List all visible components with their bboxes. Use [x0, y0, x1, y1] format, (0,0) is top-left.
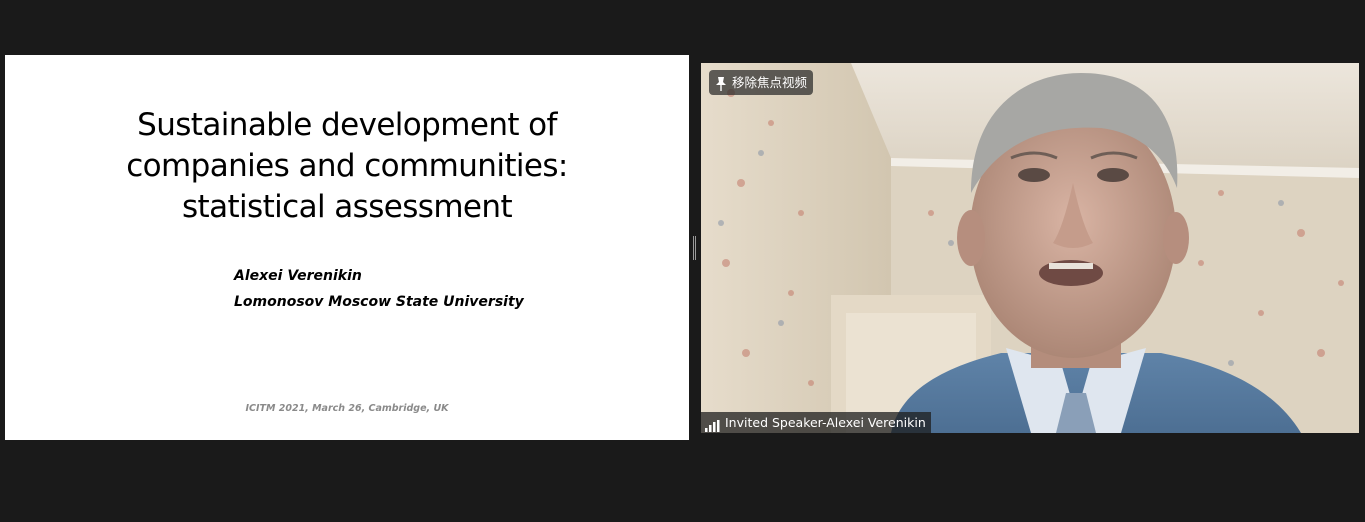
participant-name: Invited Speaker-Alexei Verenikin [725, 415, 926, 430]
speaker-video[interactable]: 移除焦点视频 Invited Speaker-Alexei Verenikin [701, 63, 1359, 433]
slide-author-name: Alexei Verenikin [234, 268, 362, 284]
slide-title-line: companies and communities: [126, 148, 568, 184]
shared-screen-slide[interactable]: Sustainable development of companies and… [5, 55, 689, 440]
slide-title-line: Sustainable development of [137, 107, 557, 143]
meeting-stage: Sustainable development of companies and… [0, 0, 1365, 522]
participant-name-tag: Invited Speaker-Alexei Verenikin [701, 412, 931, 433]
unpin-video-button[interactable]: 移除焦点视频 [709, 70, 814, 95]
slide-footer: ICITM 2021, March 26, Cambridge, UK [245, 403, 449, 414]
signal-strength-icon [705, 417, 721, 432]
speaker-video-frame [701, 63, 1359, 433]
slide-author-block: Alexei Verenikin Lomonosov Moscow State … [234, 263, 524, 315]
slide-title: Sustainable development of companies and… [5, 105, 689, 228]
slide-title-line: statistical assessment [181, 189, 513, 225]
slide-author-affiliation: Lomonosov Moscow State University [234, 294, 524, 310]
unpin-video-label: 移除焦点视频 [732, 75, 808, 90]
panel-splitter-handle[interactable] [692, 236, 697, 260]
pin-icon [714, 75, 728, 91]
